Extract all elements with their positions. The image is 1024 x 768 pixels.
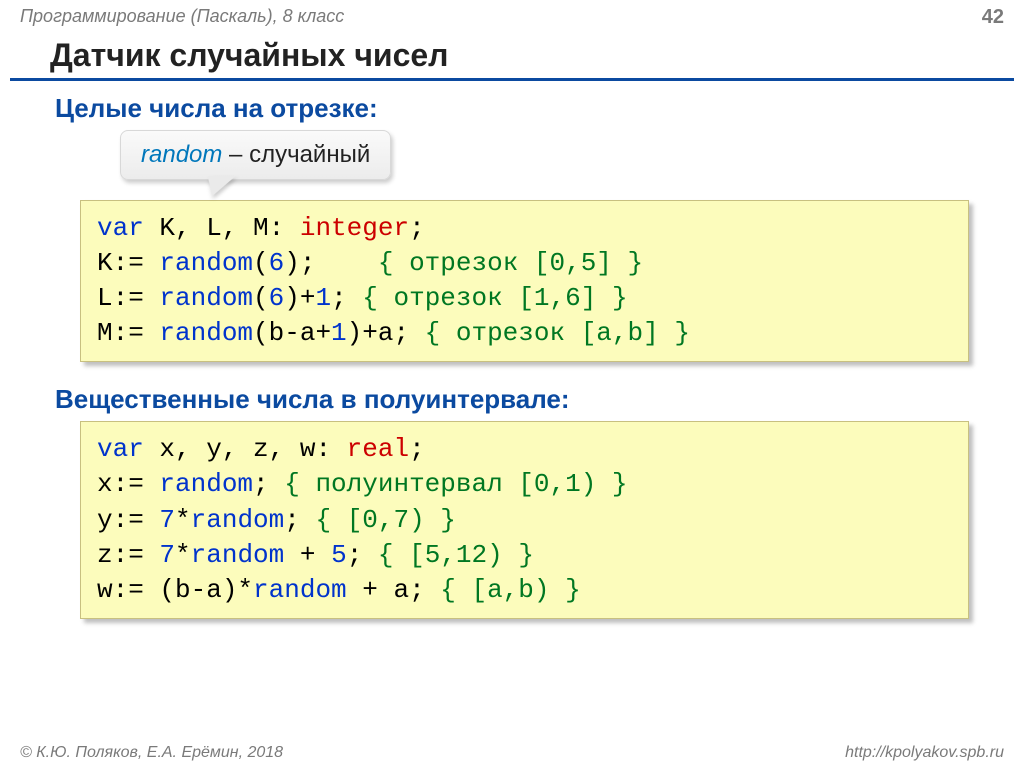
source-url: http://kpolyakov.spb.ru [845, 744, 1004, 762]
code-token: K, L, M: [144, 213, 300, 243]
code-token: 7 [144, 540, 175, 570]
code-token: ; [409, 213, 425, 243]
code-token: { [5,12) } [378, 540, 534, 570]
code-block-1: var K, L, M: integer; K:= random(6); { о… [80, 200, 969, 362]
code-token: w:= [97, 575, 144, 605]
code-token: ( [253, 248, 269, 278]
page-number: 42 [982, 6, 1004, 29]
code-token: var [97, 434, 144, 464]
course-label: Программирование (Паскаль), 8 класс [20, 6, 344, 29]
top-bar: Программирование (Паскаль), 8 класс 42 [0, 0, 1024, 29]
code-block-2: var x, y, z, w: real; x:= random; { полу… [80, 421, 969, 618]
code-token: )+a; [347, 318, 425, 348]
section1-heading: Целые числа на отрезке: [0, 81, 1024, 130]
code-token: var [97, 213, 144, 243]
code-token: 6 [269, 248, 285, 278]
code-token: ; [347, 540, 378, 570]
code-token: + [284, 540, 331, 570]
copyright: © К.Ю. Поляков, Е.А. Ерёмин, 2018 [20, 744, 283, 762]
code-token: { отрезок [0,5] } [378, 248, 643, 278]
code-token: real [347, 434, 409, 464]
code-token: L:= [97, 283, 144, 313]
code-token: { [a,b) } [440, 575, 580, 605]
code-token: y:= [97, 505, 144, 535]
code-token: ; [284, 505, 315, 535]
code-token: integer [300, 213, 409, 243]
code-token: random [144, 318, 253, 348]
callout-meaning: случайный [249, 141, 370, 168]
code-token: M:= [97, 318, 144, 348]
code-token: (b-a)* [144, 575, 253, 605]
code-token: ( [253, 283, 269, 313]
code-token: random [253, 575, 347, 605]
code-token: random [144, 248, 253, 278]
code-token: { отрезок [a,b] } [425, 318, 690, 348]
code-token: random [191, 505, 285, 535]
code-token: random [144, 283, 253, 313]
code-token: 5 [331, 540, 347, 570]
code-token: * [175, 505, 191, 535]
code-token: (b-a+ [253, 318, 331, 348]
code-token: 1 [315, 283, 331, 313]
code-token: * [175, 540, 191, 570]
code-token: ); [284, 248, 378, 278]
code-token: ; [331, 283, 362, 313]
code-token: ; [409, 434, 425, 464]
code-token: )+ [284, 283, 315, 313]
code-token: + a; [347, 575, 441, 605]
code-token: ; [253, 469, 284, 499]
page-title: Датчик случайных чисел [10, 29, 1014, 81]
code-token: x:= [97, 469, 144, 499]
callout-sep: – [222, 141, 249, 168]
code-token: 1 [331, 318, 347, 348]
section2-heading: Вещественные числа в полуинтервале: [0, 372, 1024, 421]
callout-bubble: random – случайный [120, 130, 391, 180]
code-token: { [0,7) } [315, 505, 455, 535]
callout-word: random [141, 141, 222, 168]
code-token: K:= [97, 248, 144, 278]
code-token: x, y, z, w: [144, 434, 347, 464]
code-token: random [191, 540, 285, 570]
code-token: { полуинтервал [0,1) } [284, 469, 627, 499]
callout-tail [202, 176, 235, 196]
callout-container: random – случайный [0, 130, 1024, 200]
code-token: z:= [97, 540, 144, 570]
code-token: 7 [144, 505, 175, 535]
code-token: { отрезок [1,6] } [362, 283, 627, 313]
code-token: random [144, 469, 253, 499]
footer: © К.Ю. Поляков, Е.А. Ерёмин, 2018 http:/… [0, 744, 1024, 762]
code-token: 6 [269, 283, 285, 313]
